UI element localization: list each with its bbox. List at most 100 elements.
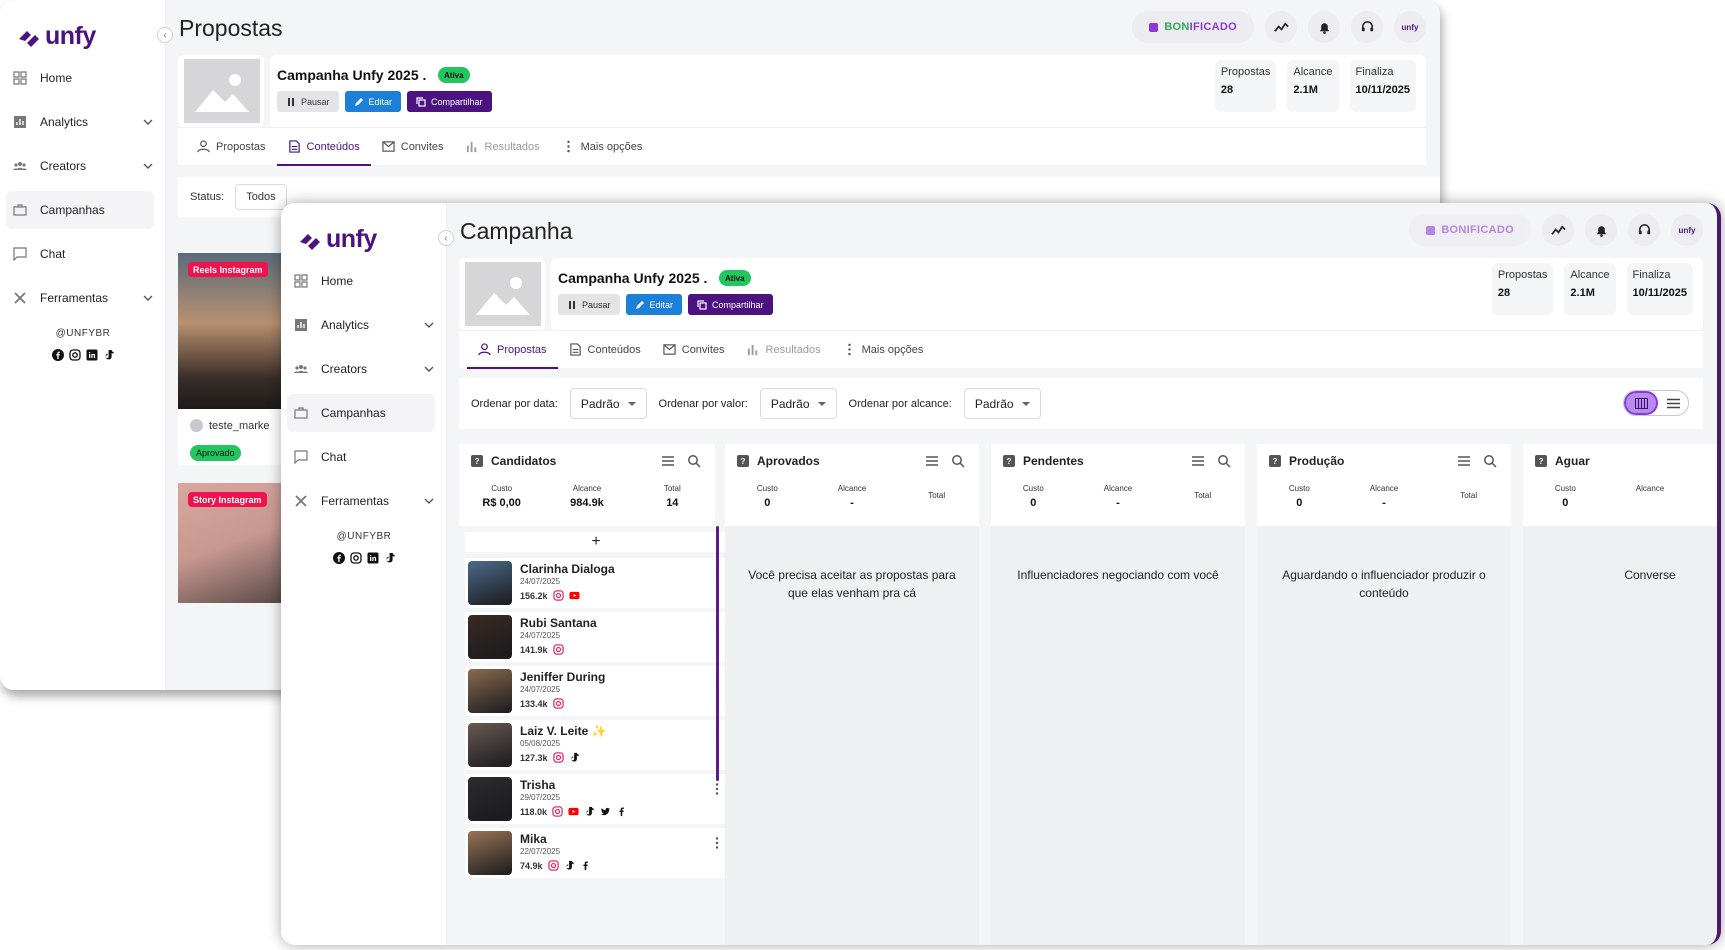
- candidate-card[interactable]: Mika 22/07/2025 74.9k: [465, 828, 727, 878]
- status-select[interactable]: Todos: [235, 184, 287, 210]
- tiktok-icon[interactable]: [102, 348, 115, 361]
- bonificado-badge[interactable]: BON IFICADO: [1409, 214, 1531, 246]
- candidate-card[interactable]: Laiz V. Leite ✨ 05/08/2025 127.3k: [465, 720, 727, 770]
- edit-button[interactable]: Editar: [344, 91, 402, 112]
- sort-date-select[interactable]: Padrão: [569, 388, 647, 419]
- collapse-sidebar-button[interactable]: ‹: [157, 27, 173, 43]
- tab-conteudos[interactable]: Conteúdos: [276, 128, 371, 166]
- content-card[interactable]: Reels Instagram teste_marke Aprovado: [178, 253, 283, 465]
- more-vertical-icon[interactable]: [715, 836, 719, 854]
- kanban-view-button[interactable]: [1624, 391, 1658, 415]
- column-header: ? Candidatos Custo R$ 0,00 Alcance 984.9k T…: [459, 444, 715, 526]
- copy-icon: [416, 96, 426, 107]
- tab-propostas[interactable]: Propostas: [186, 128, 277, 166]
- search-icon[interactable]: [951, 454, 965, 468]
- linkedin-icon[interactable]: [85, 348, 98, 361]
- tab-mais-opcoes[interactable]: Mais opções: [551, 128, 654, 166]
- tab-mais-opcoes[interactable]: Mais opções: [832, 331, 935, 369]
- help-icon[interactable]: ?: [1003, 455, 1015, 467]
- facebook-icon[interactable]: [332, 551, 345, 564]
- candidate-reach: 133.4k: [520, 698, 564, 709]
- support-icon[interactable]: [1351, 11, 1383, 43]
- menu-icon[interactable]: [1457, 454, 1471, 468]
- trending-icon[interactable]: [1542, 214, 1574, 246]
- tab-resultados[interactable]: Resultados: [736, 331, 832, 369]
- menu-icon[interactable]: [1191, 454, 1205, 468]
- candidate-reach: 74.9k: [520, 860, 591, 871]
- avatar: [190, 419, 203, 432]
- campaign-name: Campanha Unfy 2025 .: [558, 270, 708, 286]
- menu-icon[interactable]: [661, 454, 675, 468]
- instagram-icon[interactable]: [68, 348, 81, 361]
- bonificado-badge[interactable]: BON IFICADO: [1132, 11, 1254, 43]
- nav-item-chat[interactable]: Chat: [6, 235, 154, 273]
- tab-convites[interactable]: Convites: [371, 128, 455, 166]
- menu-icon[interactable]: [925, 454, 939, 468]
- nav-item-ferramentas[interactable]: Ferramentas: [6, 279, 154, 317]
- nav-item-home[interactable]: Home: [287, 262, 435, 300]
- nav-item-creators[interactable]: Creators: [287, 350, 435, 388]
- support-icon[interactable]: [1628, 214, 1660, 246]
- collapse-sidebar-button[interactable]: ‹: [438, 230, 454, 246]
- nav-item-creators[interactable]: Creators: [6, 147, 154, 185]
- help-icon[interactable]: ?: [1535, 455, 1547, 467]
- user-avatar[interactable]: unfy: [1394, 11, 1426, 43]
- search-icon[interactable]: [687, 454, 701, 468]
- pause-button[interactable]: Pausar: [558, 294, 620, 315]
- candidate-card[interactable]: Rubi Santana 24/07/2025 141.9k: [465, 612, 727, 662]
- trending-icon[interactable]: [1265, 11, 1297, 43]
- nav-item-home[interactable]: Home: [6, 59, 154, 97]
- unfy-logo-icon: [300, 233, 320, 250]
- more-vertical-icon[interactable]: [715, 782, 719, 800]
- pause-button[interactable]: Pausar: [277, 91, 339, 112]
- campaign-header: Campanha Unfy 2025 . Ativa Pausar Editar…: [178, 55, 1426, 128]
- nav-item-analytics[interactable]: Analytics: [6, 103, 154, 141]
- search-icon[interactable]: [1483, 454, 1497, 468]
- share-button[interactable]: Compartilhar: [688, 294, 773, 315]
- nav-item-campanhas[interactable]: Campanhas: [287, 394, 435, 432]
- search-icon[interactable]: [1217, 454, 1231, 468]
- sort-reach-select[interactable]: Padrão: [963, 388, 1041, 419]
- share-button[interactable]: Compartilhar: [407, 91, 492, 112]
- logo[interactable]: unfy: [17, 22, 96, 51]
- avatar: [468, 615, 512, 659]
- status-badge: Ativa: [719, 270, 751, 286]
- avatar: [468, 777, 512, 821]
- column-scrollbar[interactable]: [716, 526, 719, 781]
- add-candidate-button[interactable]: +: [465, 532, 727, 552]
- nav-item-chat[interactable]: Chat: [287, 438, 435, 476]
- tab-resultados[interactable]: Resultados: [455, 128, 551, 166]
- content-thumbnail: Reels Instagram: [178, 253, 283, 409]
- tab-convites[interactable]: Convites: [652, 331, 736, 369]
- nav-item-campanhas[interactable]: Campanhas: [6, 191, 154, 229]
- content-card[interactable]: Story Instagram: [178, 483, 283, 603]
- bell-icon[interactable]: [1308, 11, 1340, 43]
- candidate-card[interactable]: Jeniffer During 24/07/2025 133.4k: [465, 666, 727, 716]
- help-icon[interactable]: ?: [737, 455, 749, 467]
- mail-icon: [382, 141, 395, 152]
- nav-item-analytics[interactable]: Analytics: [287, 306, 435, 344]
- social-links: [0, 348, 166, 361]
- help-icon[interactable]: ?: [1269, 455, 1281, 467]
- bell-icon[interactable]: [1585, 214, 1617, 246]
- list-view-button[interactable]: [1658, 391, 1688, 415]
- avatar: [468, 561, 512, 605]
- sort-value-select[interactable]: Padrão: [759, 388, 837, 419]
- instagram-icon[interactable]: [349, 551, 362, 564]
- stat-label: Custo: [1022, 484, 1044, 493]
- candidate-card[interactable]: Clarinha Dialoga 24/07/2025 156.2k: [465, 558, 727, 608]
- linkedin-icon[interactable]: [366, 551, 379, 564]
- avatar: [468, 669, 512, 713]
- facebook-icon[interactable]: [51, 348, 64, 361]
- candidate-card[interactable]: Trisha 29/07/2025 118.0k: [465, 774, 727, 824]
- tab-conteudos[interactable]: Conteúdos: [558, 331, 652, 369]
- help-icon[interactable]: ?: [471, 455, 483, 467]
- facebook-icon: [582, 861, 588, 871]
- logo[interactable]: unfy: [298, 225, 377, 254]
- tiktok-icon[interactable]: [383, 551, 396, 564]
- pause-icon: [569, 300, 575, 309]
- edit-button[interactable]: Editar: [625, 294, 683, 315]
- tab-propostas[interactable]: Propostas: [467, 331, 558, 369]
- user-avatar[interactable]: unfy: [1671, 214, 1703, 246]
- nav-item-ferramentas[interactable]: Ferramentas: [287, 482, 435, 520]
